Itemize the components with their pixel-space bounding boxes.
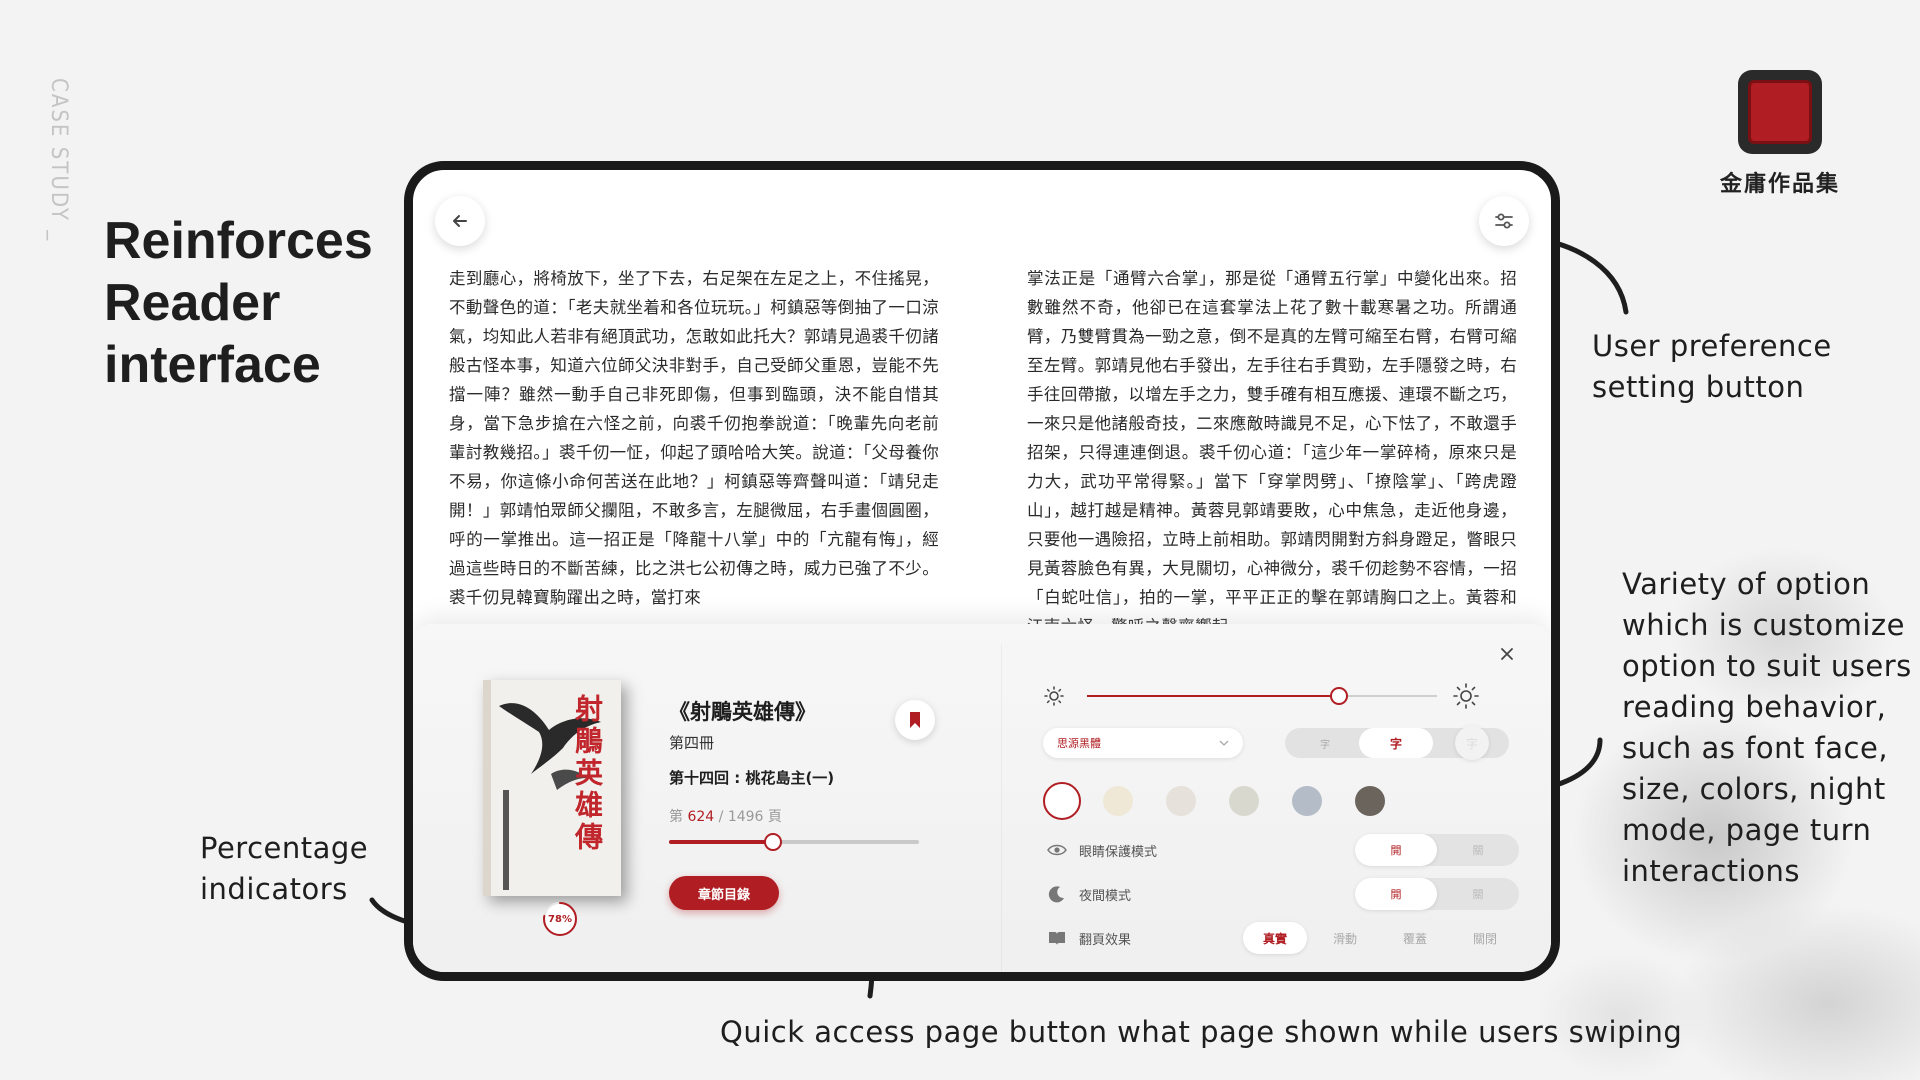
night-mode-off[interactable]: 關 bbox=[1437, 878, 1519, 910]
cover-title: 射鵰英雄傳 bbox=[571, 694, 604, 854]
book-info: 《射鵰英雄傳》 第四冊 第十四回 : 桃花島主(一) 第 624 / 1496 … bbox=[669, 696, 929, 826]
font-size-selector: 字 字 字 bbox=[1285, 726, 1509, 760]
font-face-select[interactable]: 思源黑體 bbox=[1043, 728, 1243, 758]
eye-protection-toggle[interactable]: 開 關 bbox=[1355, 834, 1519, 866]
back-button[interactable] bbox=[435, 196, 485, 246]
eye-protection-on[interactable]: 開 bbox=[1355, 834, 1437, 866]
sliders-icon bbox=[1495, 213, 1513, 229]
preferences-button[interactable] bbox=[1479, 196, 1529, 246]
book-title: 《射鵰英雄傳》 bbox=[669, 699, 816, 724]
page-turn-option-cover[interactable]: 覆蓋 bbox=[1383, 922, 1447, 954]
color-swatch[interactable] bbox=[1103, 786, 1133, 816]
page-slider-knob[interactable] bbox=[764, 833, 783, 851]
color-swatch[interactable] bbox=[1229, 786, 1259, 816]
table-of-contents-button[interactable]: 章節目錄 bbox=[669, 876, 779, 910]
book-volume: 第四冊 bbox=[669, 734, 715, 752]
chapter-title: 第十四回 : 桃花島主(一) bbox=[669, 769, 835, 787]
night-mode-row: 夜間模式 開 關 bbox=[1043, 878, 1519, 910]
eye-protection-row: 眼睛保護模式 開 關 bbox=[1043, 834, 1519, 866]
font-face-value: 思源黑體 bbox=[1057, 737, 1101, 750]
font-size-extra[interactable]: 字 bbox=[1455, 726, 1489, 760]
bookmark-button[interactable] bbox=[895, 700, 935, 740]
page-turn-option-off[interactable]: 關閉 bbox=[1453, 922, 1517, 954]
current-page: 624 bbox=[687, 809, 715, 825]
font-size-large[interactable]: 字 bbox=[1359, 728, 1433, 758]
brightness-low-icon bbox=[1044, 686, 1064, 706]
reader-control-panel: 射鵰英雄傳 78% 《射鵰英雄傳》 第四冊 第十四回 : 桃花島主(一) 第 6… bbox=[413, 624, 1551, 972]
brightness-high-icon bbox=[1453, 683, 1479, 709]
annotation-quick-access: Quick access page button what page shown… bbox=[720, 1015, 1683, 1049]
book-cover: 射鵰英雄傳 bbox=[483, 680, 621, 896]
page-turn-option-realistic[interactable]: 真實 bbox=[1243, 922, 1307, 954]
page-slider[interactable] bbox=[669, 832, 919, 852]
night-mode-label: 夜間模式 bbox=[1079, 889, 1132, 904]
brand-logo: 金庸作品集 bbox=[1710, 70, 1850, 198]
eye-icon bbox=[1047, 844, 1067, 856]
annotation-settings: User preference setting button bbox=[1592, 329, 1832, 404]
panel-divider bbox=[1001, 644, 1002, 972]
page-turn-options: 真實 滑動 覆蓋 關閉 bbox=[1243, 922, 1519, 954]
arrow-left-icon bbox=[453, 215, 467, 227]
brand-name: 金庸作品集 bbox=[1719, 171, 1840, 197]
close-icon bbox=[1501, 648, 1513, 660]
color-swatch[interactable] bbox=[1043, 782, 1081, 820]
color-swatch[interactable] bbox=[1292, 786, 1322, 816]
color-swatch[interactable] bbox=[1355, 786, 1385, 816]
moon-icon bbox=[1048, 886, 1064, 903]
slide-headline: Reinforces Reader interface bbox=[104, 212, 373, 394]
page-text-right: 掌法正是「通臂六合掌」，那是從「通臂五行掌」中變化出來。招數雖然不奇，他卻已在這… bbox=[1027, 269, 1517, 636]
night-mode-toggle[interactable]: 開 關 bbox=[1355, 878, 1519, 910]
font-size-small[interactable]: 字 bbox=[1305, 728, 1345, 758]
page-turn-option-slide[interactable]: 滑動 bbox=[1313, 922, 1377, 954]
page-counter: 第 624 / 1496 頁 bbox=[669, 809, 782, 825]
tablet-frame: 走到廳心，將椅放下，坐了下去，右足架在左足之上，不住搖晃，不動聲色的道：「老夫就… bbox=[404, 161, 1560, 981]
brightness-knob[interactable] bbox=[1330, 687, 1348, 705]
page-turn-label: 翻頁效果 bbox=[1079, 933, 1132, 948]
page-text-left: 走到廳心，將椅放下，坐了下去，右足架在左足之上，不住搖晃，不動聲色的道：「老夫就… bbox=[449, 269, 939, 607]
close-button[interactable] bbox=[1495, 642, 1519, 666]
cover-stamp-column bbox=[503, 790, 509, 890]
page-turn-row: 翻頁效果 真實 滑動 覆蓋 關閉 bbox=[1043, 922, 1513, 954]
night-mode-on[interactable]: 開 bbox=[1355, 878, 1437, 910]
eye-protection-off[interactable]: 關 bbox=[1437, 834, 1519, 866]
seal-icon bbox=[1738, 70, 1822, 154]
annotation-percentage: Percentage indicators bbox=[200, 831, 369, 906]
brightness-control bbox=[1043, 682, 1479, 710]
color-swatch[interactable] bbox=[1166, 786, 1196, 816]
chevron-down-icon bbox=[1219, 740, 1229, 746]
case-study-label: CASE STUDY _ bbox=[46, 78, 71, 243]
book-open-icon bbox=[1049, 932, 1065, 945]
total-pages: 1496 bbox=[727, 809, 764, 825]
annotation-options: Variety of option which is customize opt… bbox=[1622, 567, 1912, 888]
percent-label: 78% bbox=[548, 913, 572, 925]
bookmark-icon bbox=[910, 712, 920, 728]
eye-protection-label: 眼睛保護模式 bbox=[1079, 845, 1158, 860]
